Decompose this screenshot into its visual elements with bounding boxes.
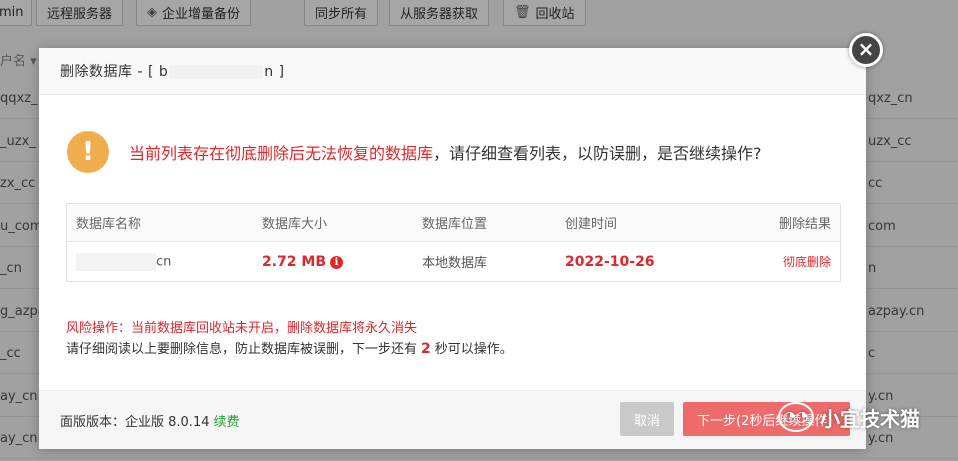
- table-header-row: 数据库名称 数据库大小 数据库位置 创建时间 删除结果: [66, 203, 841, 242]
- redacted-db-name: [76, 252, 156, 271]
- cell-delete-result: 彻底删除: [782, 255, 831, 269]
- renew-link[interactable]: 续费: [213, 415, 239, 430]
- cell-db-size: 2.72 MB i: [262, 242, 422, 282]
- panel-version: 面版版本：企业版 8.0.14 续费: [60, 415, 240, 430]
- database-table: 数据库名称 数据库大小 数据库位置 创建时间 删除结果 cn 2.72 MB i …: [66, 203, 841, 282]
- header-db-size: 数据库大小: [262, 203, 422, 242]
- cell-created-time: 2022-10-26: [565, 253, 655, 270]
- warning-rest: ，请仔细查看列表，以防误删，是否继续操作?: [433, 144, 762, 163]
- risk-warning: 风险操作：当前数据库回收站未开启，删除数据库将永久消失: [66, 321, 418, 336]
- dialog-title: 删除数据库 - [ bn ]: [60, 64, 285, 80]
- watermark: ◔◔ 小宜技术猫: [778, 402, 920, 432]
- cancel-button[interactable]: 取消: [620, 402, 674, 436]
- wechat-icon: ◔◔: [778, 402, 814, 432]
- close-icon[interactable]: ×: [849, 33, 883, 67]
- redacted-name: [170, 65, 263, 79]
- cell-db-location: 本地数据库: [422, 256, 488, 271]
- header-delete-result: 删除结果: [725, 203, 841, 242]
- warning-highlight: 当前列表存在彻底删除后无法恢复的数据库: [129, 144, 434, 163]
- header-db-name: 数据库名称: [66, 203, 262, 242]
- info-icon[interactable]: i: [330, 255, 344, 269]
- countdown-notice: 请仔细阅读以上要删除信息，防止数据库被误删，下一步还有 2 秒可以操作。: [66, 341, 513, 357]
- warning-message: ! 当前列表存在彻底删除后无法恢复的数据库，请仔细查看列表，以防误删，是否继续操…: [67, 131, 762, 173]
- table-row: cn 2.72 MB i 本地数据库 2022-10-26 彻底删除: [67, 242, 841, 282]
- header-db-location: 数据库位置: [422, 203, 565, 242]
- exclamation-icon: !: [67, 131, 109, 173]
- cell-db-name: cn: [67, 242, 263, 282]
- countdown-seconds: 2: [421, 341, 431, 357]
- dialog-footer: 面版版本：企业版 8.0.14 续费 取消 下一步(2秒后继续操作): [39, 390, 866, 449]
- header-created-time: 创建时间: [565, 203, 725, 242]
- delete-database-dialog: 删除数据库 - [ bn ] ! 当前列表存在彻底删除后无法恢复的数据库，请仔细…: [39, 48, 866, 449]
- dialog-header: 删除数据库 - [ bn ]: [39, 48, 866, 95]
